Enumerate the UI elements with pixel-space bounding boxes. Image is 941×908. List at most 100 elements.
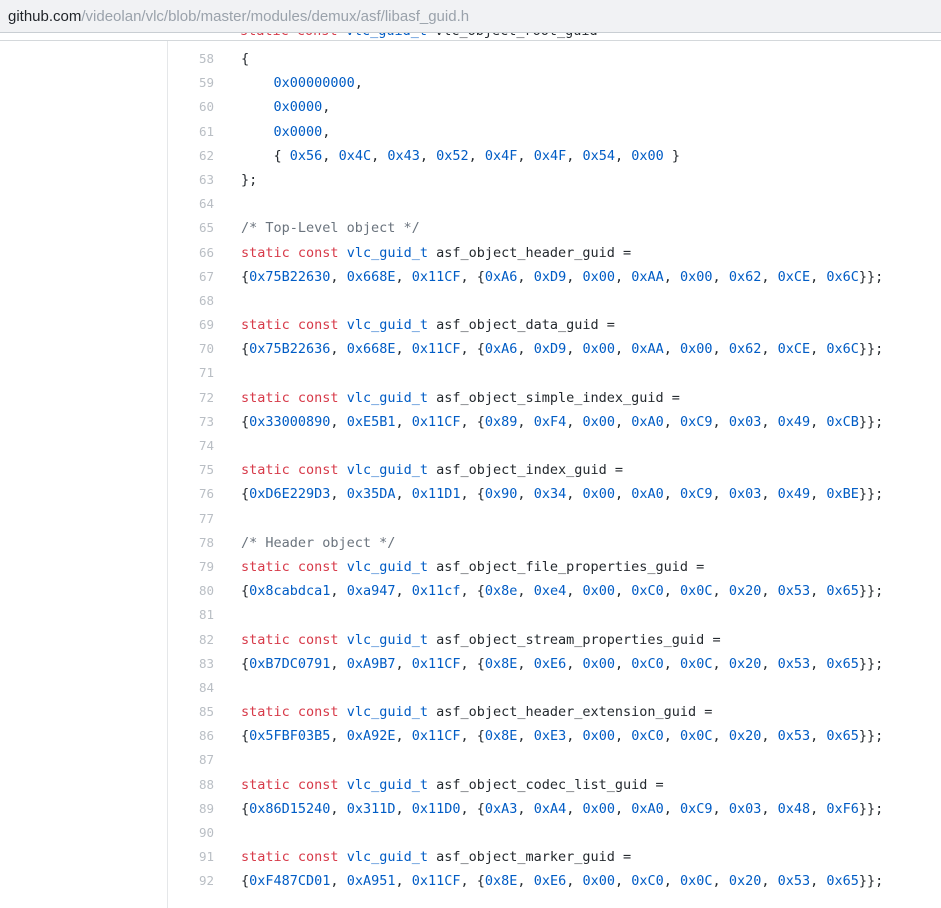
code-row: 59 0x00000000, <box>168 71 941 95</box>
code-line: static const vlc_guid_t asf_object_strea… <box>241 631 721 648</box>
line-number[interactable]: 80 <box>168 579 225 603</box>
code-line: {0x86D15240, 0x311D, 0x11D0, {0xA3, 0xA4… <box>241 800 884 817</box>
code-line: {0x75B22630, 0x668E, 0x11CF, {0xA6, 0xD9… <box>241 268 884 285</box>
code-row: 88 static const vlc_guid_t asf_object_cod… <box>168 773 941 797</box>
code-row: 63}; <box>168 168 941 192</box>
line-number[interactable]: 70 <box>168 337 225 361</box>
code-row: 72 static const vlc_guid_t asf_object_sim… <box>168 386 941 410</box>
line-number[interactable]: 62 <box>168 144 225 168</box>
code-viewer: 58{59 0x00000000, 60 0x0000, 61 0x0000, 62 … <box>168 41 941 908</box>
code-row: 81 <box>168 603 941 627</box>
code-row: 91 static const vlc_guid_t asf_object_mar… <box>168 845 941 869</box>
url-host: github.com <box>8 7 82 25</box>
code-row: 80 {0x8cabdca1, 0xa947, 0x11cf, {0x8e, 0x… <box>168 579 941 603</box>
line-number[interactable]: 82 <box>168 628 225 652</box>
code-row: 83 {0xB7DC0791, 0xA9B7, 0x11CF, {0x8E, 0x… <box>168 652 941 676</box>
line-number[interactable]: 68 <box>168 289 225 313</box>
code-row: 61 0x0000, <box>168 120 941 144</box>
line-number[interactable]: 71 <box>168 361 225 385</box>
code-line: /* Top-Level object */ <box>241 220 420 237</box>
code-row: 74 <box>168 434 941 458</box>
line-number[interactable]: 74 <box>168 434 225 458</box>
code-line: {0xB7DC0791, 0xA9B7, 0x11CF, {0x8E, 0xE6… <box>241 655 884 672</box>
code-row: 86 {0x5FBF03B5, 0xA92E, 0x11CF, {0x8E, 0x… <box>168 724 941 748</box>
code-row: 66 static const vlc_guid_t asf_object_hea… <box>168 241 941 265</box>
line-number[interactable]: 61 <box>168 120 225 144</box>
code-line: {0x75B22636, 0x668E, 0x11CF, {0xA6, 0xD9… <box>241 341 884 358</box>
code-row: 67 {0x75B22630, 0x668E, 0x11CF, {0xA6, 0x… <box>168 265 941 289</box>
line-number[interactable]: 78 <box>168 531 225 555</box>
line-number[interactable]: 89 <box>168 797 225 821</box>
line-number[interactable]: 67 <box>168 265 225 289</box>
url-path: /videolan/vlc/blob/master/modules/demux/… <box>81 7 470 25</box>
code-row: 62 { 0x56, 0x4C, 0x43, 0x52, 0x4F, 0x4F,… <box>168 144 941 168</box>
line-number[interactable]: 83 <box>168 652 225 676</box>
code-line: static const vlc_guid_t asf_object_heade… <box>241 244 632 261</box>
line-number[interactable]: 75 <box>168 458 225 482</box>
code-line: static const vlc_guid_t asf_object_marke… <box>241 849 632 866</box>
code-row: 69 static const vlc_guid_t asf_object_dat… <box>168 313 941 337</box>
code-line: 0x0000, <box>273 99 331 116</box>
line-number[interactable]: 63 <box>168 168 225 192</box>
code-line: }; <box>241 171 258 188</box>
line-number[interactable]: 60 <box>168 95 225 119</box>
code-line: static const vlc_guid_t asf_object_simpl… <box>241 389 680 406</box>
page-content: 58{59 0x00000000, 60 0x0000, 61 0x0000, 62 … <box>0 41 941 908</box>
line-number[interactable]: 92 <box>168 869 225 893</box>
line-number[interactable]: 79 <box>168 555 225 579</box>
line-number[interactable]: 65 <box>168 216 225 240</box>
code-row: 75 static const vlc_guid_t asf_object_ind… <box>168 458 941 482</box>
line-number[interactable]: 72 <box>168 386 225 410</box>
code-row: 73 {0x33000890, 0xE5B1, 0x11CF, {0x89, 0x… <box>168 410 941 434</box>
line-number[interactable]: 77 <box>168 507 225 531</box>
code-row: 64 <box>168 192 941 216</box>
line-number[interactable]: 87 <box>168 748 225 772</box>
code-row: 90 <box>168 821 941 845</box>
line-number[interactable]: 85 <box>168 700 225 724</box>
code-row: 58 { <box>168 47 941 71</box>
code-line: /* Header object */ <box>241 534 396 551</box>
line-number[interactable]: 88 <box>168 773 225 797</box>
line-number[interactable]: 76 <box>168 482 225 506</box>
line-number[interactable]: 58 <box>168 47 225 71</box>
line-number[interactable]: 59 <box>168 71 225 95</box>
code-line: { 0x56, 0x4C, 0x43, 0x52, 0x4F, 0x4F, 0x… <box>241 147 681 164</box>
line-number[interactable]: 81 <box>168 603 225 627</box>
code-line: static const vlc_guid_t asf_object_heade… <box>241 704 713 721</box>
code-row: 65 /* Top-Level object */ <box>168 216 941 240</box>
line-number[interactable]: 66 <box>168 241 225 265</box>
code-row: 77 <box>168 507 941 531</box>
code-row: 70 {0x75B22636, 0x668E, 0x11CF, {0xA6, 0x… <box>168 337 941 361</box>
line-number[interactable]: 73 <box>168 410 225 434</box>
code-line: {0xD6E229D3, 0x35DA, 0x11D1, {0x90, 0x34… <box>241 486 884 503</box>
code-line: static const vlc_guid_t asf_object_codec… <box>241 776 664 793</box>
code-row: 89 {0x86D15240, 0x311D, 0x11D0, {0xA3, 0x… <box>168 797 941 821</box>
line-number[interactable]: 90 <box>168 821 225 845</box>
line-number[interactable]: 64 <box>168 192 225 216</box>
line-number[interactable]: 84 <box>168 676 225 700</box>
line-number[interactable]: 86 <box>168 724 225 748</box>
code-line: static const vlc_guid_t asf_object_data_… <box>241 317 615 334</box>
code-row: 85 static const vlc_guid_t asf_object_hea… <box>168 700 941 724</box>
code-row: 78 /* Header object */ <box>168 531 941 555</box>
code-rows: 58{59 0x00000000, 60 0x0000, 61 0x0000, 62 … <box>168 47 941 894</box>
code-line: {0x5FBF03B5, 0xA92E, 0x11CF, {0x8E, 0xE3… <box>241 728 884 745</box>
line-number[interactable]: 91 <box>168 845 225 869</box>
code-row: 76 {0xD6E229D3, 0x35DA, 0x11D1, {0x90, 0x… <box>168 482 941 506</box>
code-row: 82 static const vlc_guid_t asf_object_str… <box>168 628 941 652</box>
partial-code-line: static const vlc_guid_t vlc_object_root_… <box>240 33 614 40</box>
browser-address-bar[interactable]: github.com/videolan/vlc/blob/master/modu… <box>0 0 941 33</box>
code-row: 68 <box>168 289 941 313</box>
partial-line-strip: static const vlc_guid_t vlc_object_root_… <box>0 33 941 40</box>
code-row: 92 {0xF487CD01, 0xA951, 0x11CF, {0x8E, 0x… <box>168 869 941 893</box>
code-line: {0xF487CD01, 0xA951, 0x11CF, {0x8E, 0xE6… <box>241 873 884 890</box>
left-page-margin <box>0 41 168 908</box>
code-row: 84 <box>168 676 941 700</box>
line-number[interactable]: 69 <box>168 313 225 337</box>
